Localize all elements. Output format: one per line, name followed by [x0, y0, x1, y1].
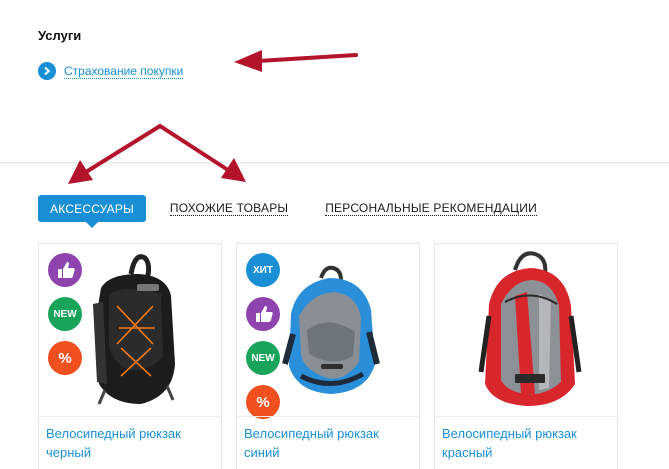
services-title: Услуги [38, 28, 82, 43]
purchase-insurance-link[interactable]: Страхование покупки [64, 64, 184, 79]
new-badge-icon: NEW [245, 340, 281, 376]
percent-badge-icon: % [245, 384, 281, 420]
product-card[interactable]: Велосипедный рюкзак красный [434, 243, 618, 469]
tab-similar-products[interactable]: ПОХОЖИЕ ТОВАРЫ [169, 201, 289, 216]
tab-accessories[interactable]: АКСЕССУАРЫ [38, 195, 146, 228]
chevron-right-icon[interactable] [38, 62, 56, 80]
product-image[interactable]: ХИТ NEW % [237, 244, 419, 419]
hit-badge-label: ХИТ [253, 264, 273, 276]
red-backpack-image [478, 251, 582, 406]
tab-personal-recommendations[interactable]: ПЕРСОНАЛЬНЫЕ РЕКОМЕНДАЦИИ [325, 201, 537, 216]
card-divider [39, 416, 221, 417]
product-name-link[interactable]: Велосипедный рюкзак синий [244, 424, 414, 462]
product-name-link[interactable]: Велосипедный рюкзак черный [46, 424, 216, 462]
new-badge-icon: NEW [47, 296, 83, 332]
new-badge-label: NEW [53, 308, 77, 320]
percent-badge-label: % [58, 349, 72, 367]
like-badge-icon [47, 252, 83, 288]
new-badge-label: NEW [251, 352, 275, 364]
purchase-insurance-row[interactable]: Страхование покупки [38, 62, 184, 80]
product-card[interactable]: ХИТ NEW % Велосипедный рюкзак синий [236, 243, 420, 469]
hit-badge-icon: ХИТ [245, 252, 281, 288]
percent-badge-label: % [256, 393, 270, 411]
product-image[interactable] [435, 244, 617, 416]
product-card[interactable]: NEW % Велосипедный рюкзак черный [38, 243, 222, 469]
product-image[interactable]: NEW % [39, 244, 221, 416]
product-name-link[interactable]: Велосипедный рюкзак красный [442, 424, 612, 462]
card-divider [435, 416, 617, 417]
card-divider [237, 416, 419, 417]
services-panel: Услуги Страхование покупки [0, 0, 669, 163]
percent-badge-icon: % [47, 340, 83, 376]
like-badge-icon [245, 296, 281, 332]
product-tabs: АКСЕССУАРЫ ПОХОЖИЕ ТОВАРЫ ПЕРСОНАЛЬНЫЕ Р… [38, 195, 537, 228]
